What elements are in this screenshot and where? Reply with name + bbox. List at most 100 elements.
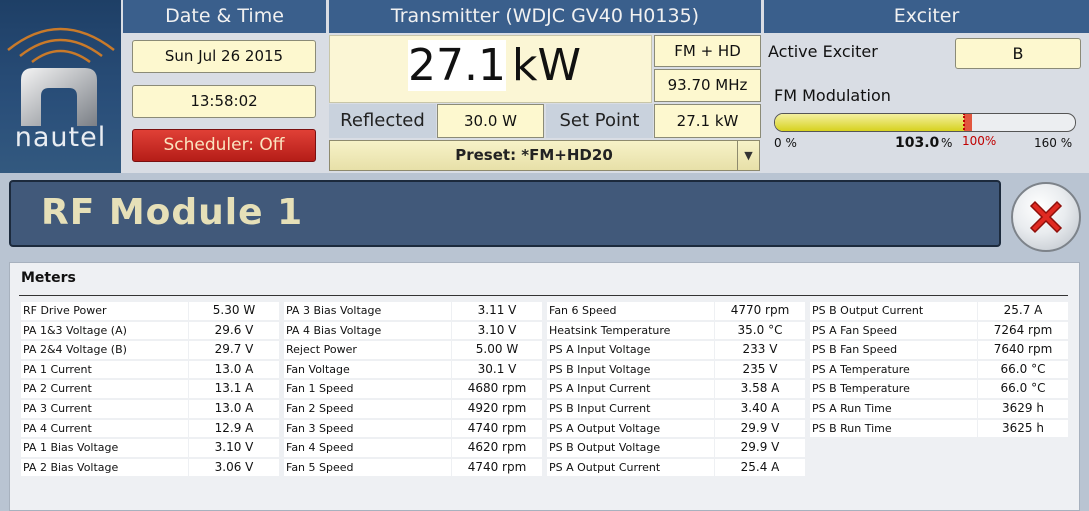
fm-modulation-peak <box>964 114 973 131</box>
meter-row: PS B Input Voltage 235 V <box>547 360 806 380</box>
meter-label: PS B Run Time <box>810 419 977 438</box>
meter-value: 13.1 A <box>189 380 279 398</box>
meter-row: PS B Run Time 3625 h <box>810 419 1069 439</box>
meter-value: 3.10 V <box>452 321 542 340</box>
meter-value: 4920 rpm <box>452 399 542 418</box>
meter-label: PS A Input Voltage <box>547 341 714 359</box>
meter-row: RF Drive Power 5.30 W <box>21 301 280 321</box>
meter-row: Reject Power 5.00 W <box>284 340 543 360</box>
meter-label: PA 2&4 Voltage (B) <box>21 341 188 359</box>
preset-dropdown[interactable]: Preset: *FM+HD20 ▼ <box>329 140 760 171</box>
exciter-header: Exciter <box>764 0 1089 33</box>
meter-value: 235 V <box>715 360 805 379</box>
meter-row: PS A Output Current 25.4 A <box>547 458 806 478</box>
meter-label: PS A Run Time <box>810 399 977 418</box>
nautel-logo <box>21 68 97 126</box>
setpoint-label: Set Point <box>546 104 653 138</box>
meter-value: 3625 h <box>978 419 1068 438</box>
meter-value: 7640 rpm <box>978 341 1068 359</box>
meter-value: 13.0 A <box>189 399 279 418</box>
meter-value: 66.0 °C <box>978 380 1068 398</box>
meter-row: PS B Fan Speed 7640 rpm <box>810 340 1069 360</box>
meter-value: 4740 rpm <box>452 458 542 477</box>
reflected-label: Reflected <box>329 104 436 138</box>
active-exciter-value: B <box>955 38 1081 69</box>
meter-row: PA 2 Bias Voltage 3.06 V <box>21 458 280 478</box>
meter-row: Fan 4 Speed 4620 rpm <box>284 438 543 458</box>
meter-label: PA 1 Current <box>21 360 188 379</box>
meter-value: 4770 rpm <box>715 302 805 320</box>
meter-label: Reject Power <box>284 341 451 359</box>
meter-label: PS A Output Current <box>547 458 714 477</box>
meters-title: Meters <box>21 270 76 286</box>
meter-label: PS A Temperature <box>810 360 977 379</box>
meter-row: PA 1 Bias Voltage 3.10 V <box>21 438 280 458</box>
meter-value: 29.6 V <box>189 321 279 340</box>
logo-text: nautel <box>14 122 107 153</box>
meter-row: Fan 1 Speed 4680 rpm <box>284 379 543 399</box>
meter-row: PS B Output Current 25.7 A <box>810 301 1069 321</box>
module-title-bar: RF Module 1 <box>9 180 1001 247</box>
meter-value: 3.06 V <box>189 458 279 477</box>
meter-label: PS B Output Current <box>810 302 977 320</box>
meter-label: PA 3 Bias Voltage <box>284 302 451 320</box>
preset-label: Preset: *FM+HD20 <box>455 146 613 164</box>
meter-row: PA 3 Bias Voltage 3.11 V <box>284 301 543 321</box>
meter-value: 12.9 A <box>189 419 279 438</box>
meter-value: 29.9 V <box>715 439 805 457</box>
meter-row: PS B Input Current 3.40 A <box>547 399 806 419</box>
power-display: 27.1 kW <box>329 35 652 103</box>
transmitter-header: Transmitter (WDJC GV40 H0135) <box>329 0 761 33</box>
meter-row: PS A Input Current 3.58 A <box>547 379 806 399</box>
meter-label: Fan 1 Speed <box>284 380 451 398</box>
meter-label: PA 4 Bias Voltage <box>284 321 451 340</box>
meter-label: PA 3 Current <box>21 399 188 418</box>
meter-row: PA 2 Current 13.1 A <box>21 379 280 399</box>
frequency-display: 93.70 MHz <box>654 69 761 102</box>
meter-value: 66.0 °C <box>978 360 1068 379</box>
meter-label: PS B Input Current <box>547 399 714 418</box>
date-display: Sun Jul 26 2015 <box>132 40 316 73</box>
meters-panel: Meters RF Drive Power 5.30 W PA 1&3 Voltag… <box>9 262 1080 511</box>
meter-value: 4680 rpm <box>452 380 542 398</box>
meter-value: 5.00 W <box>452 341 542 359</box>
active-exciter-label: Active Exciter <box>768 42 878 61</box>
meter-label: Heatsink Temperature <box>547 321 714 340</box>
meters-column: RF Drive Power 5.30 W PA 1&3 Voltage (A) 29… <box>21 301 280 477</box>
meter-row: PS A Run Time 3629 h <box>810 399 1069 419</box>
meter-value: 3629 h <box>978 399 1068 418</box>
meter-label: PS B Input Voltage <box>547 360 714 379</box>
meter-row: PA 3 Current 13.0 A <box>21 399 280 419</box>
close-icon <box>1029 200 1063 234</box>
meter-row: PS B Output Voltage 29.9 V <box>547 438 806 458</box>
fm-modulation-100-marker <box>962 114 965 131</box>
modulation-max: 160 % <box>1034 136 1073 150</box>
chevron-down-icon[interactable]: ▼ <box>737 141 759 170</box>
meter-value: 29.7 V <box>189 341 279 359</box>
meter-label: Fan 5 Speed <box>284 458 451 477</box>
meter-value: 25.7 A <box>978 302 1068 320</box>
close-button[interactable] <box>1011 182 1081 252</box>
meter-label: PA 4 Current <box>21 419 188 438</box>
meter-value: 4740 rpm <box>452 419 542 438</box>
meter-label: RF Drive Power <box>21 302 188 320</box>
meter-label: PA 2 Bias Voltage <box>21 458 188 477</box>
modulation-value-unit: % <box>941 136 953 150</box>
meter-value: 233 V <box>715 341 805 359</box>
date-time-header: Date & Time <box>123 0 326 33</box>
scheduler-button[interactable]: Scheduler: Off <box>132 129 316 162</box>
meter-row: PS A Input Voltage 233 V <box>547 340 806 360</box>
meters-column: PA 3 Bias Voltage 3.11 V PA 4 Bias Voltage… <box>284 301 543 477</box>
meter-label: Fan 4 Speed <box>284 439 451 457</box>
meter-row: PA 4 Current 12.9 A <box>21 419 280 439</box>
meters-divider <box>19 295 1068 296</box>
meter-row: PA 4 Bias Voltage 3.10 V <box>284 321 543 341</box>
meter-label: PS B Temperature <box>810 380 977 398</box>
meter-value: 5.30 W <box>189 302 279 320</box>
meter-label: PS B Fan Speed <box>810 341 977 359</box>
meter-row: PS A Output Voltage 29.9 V <box>547 419 806 439</box>
meter-row: PS A Fan Speed 7264 rpm <box>810 321 1069 341</box>
meter-label: Fan Voltage <box>284 360 451 379</box>
meter-label: PA 2 Current <box>21 380 188 398</box>
power-value: 27.1 <box>408 40 506 91</box>
